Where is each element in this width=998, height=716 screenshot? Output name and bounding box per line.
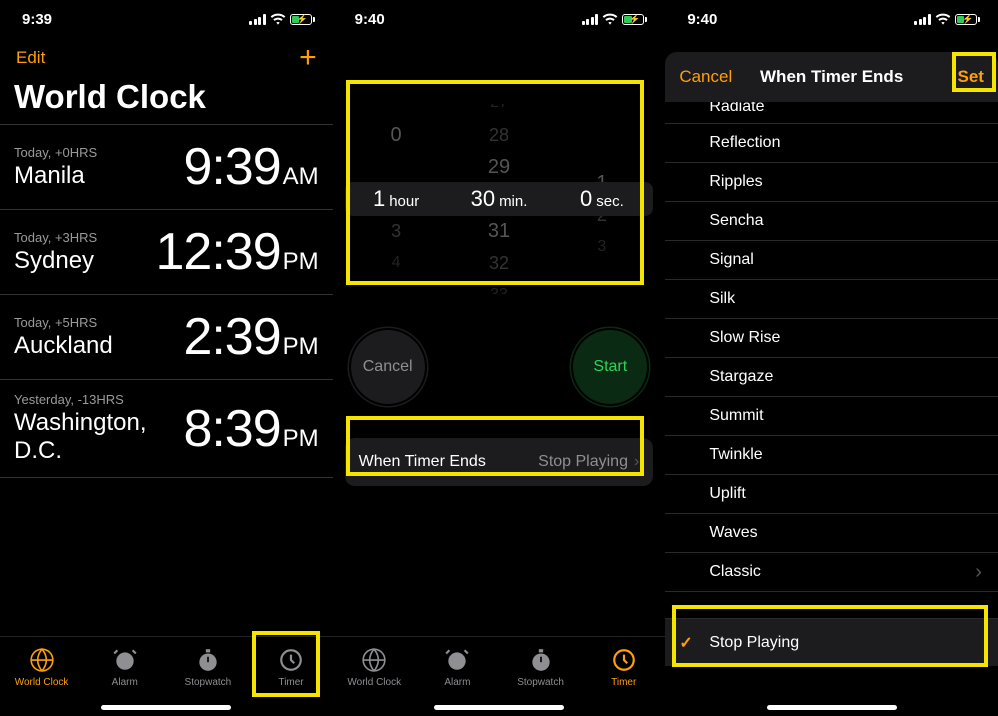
clock-row[interactable]: Today, +0HRSManila 9:39AM	[0, 124, 333, 209]
tab-world-clock[interactable]: World Clock	[0, 647, 83, 688]
status-bar: 9:40 ⚡	[333, 0, 666, 38]
status-bar: 9:39 ⚡	[0, 0, 333, 38]
tab-world-clock[interactable]: World Clock	[333, 647, 416, 688]
status-time: 9:40	[355, 11, 385, 28]
home-indicator[interactable]	[101, 705, 231, 710]
sound-item[interactable]: Uplift	[665, 475, 998, 514]
clock-row[interactable]: Today, +3HRSSydney 12:39PM	[0, 209, 333, 294]
sound-item[interactable]: Stargaze	[665, 358, 998, 397]
timer-icon	[611, 647, 637, 673]
alarm-icon	[444, 647, 470, 673]
tab-stopwatch[interactable]: Stopwatch	[166, 647, 249, 688]
sound-item[interactable]: Twinkle	[665, 436, 998, 475]
time-picker[interactable]: 0 · 2 3 4 27 28 29 · 31 32 33 · 1	[345, 98, 654, 300]
timer-buttons: Cancel Start	[333, 300, 666, 404]
sound-item[interactable]: Radiate	[665, 102, 998, 124]
clock-row[interactable]: Today, +5HRSAuckland 2:39PM	[0, 294, 333, 379]
start-button[interactable]: Start	[573, 330, 647, 404]
add-button[interactable]: +	[299, 43, 317, 73]
status-right: ⚡	[914, 11, 980, 27]
sound-item[interactable]: Signal	[665, 241, 998, 280]
battery-icon: ⚡	[290, 14, 315, 25]
status-time: 9:40	[687, 11, 717, 28]
page-title: World Clock	[0, 78, 333, 124]
tab-alarm[interactable]: Alarm	[83, 647, 166, 688]
sound-item[interactable]: Sencha	[665, 202, 998, 241]
sound-item[interactable]: Slow Rise	[665, 319, 998, 358]
wifi-icon	[602, 11, 618, 27]
screen-world-clock: 9:39 ⚡ Edit + World Clock Today, +0HRSMa…	[0, 0, 333, 716]
chevron-right-icon: ›	[975, 561, 982, 584]
status-bar: 9:40 ⚡	[665, 0, 998, 38]
sheet-title: When Timer Ends	[760, 67, 903, 87]
cellular-icon	[582, 14, 599, 25]
screen-timer: 9:40 ⚡ 0 · 2 3 4 27 28 29	[333, 0, 666, 716]
tab-alarm[interactable]: Alarm	[416, 647, 499, 688]
battery-icon: ⚡	[622, 14, 647, 25]
sheet-header: Cancel When Timer Ends Set	[665, 52, 998, 102]
when-timer-ends-row[interactable]: When Timer Ends Stop Playing›	[345, 438, 654, 486]
status-right: ⚡	[249, 11, 315, 27]
tab-timer[interactable]: Timer	[582, 647, 665, 688]
tab-bar: World Clock Alarm Stopwatch Timer	[0, 636, 333, 716]
cellular-icon	[914, 14, 931, 25]
battery-icon: ⚡	[955, 14, 980, 25]
status-right: ⚡	[582, 11, 648, 27]
cancel-button[interactable]: Cancel	[351, 330, 425, 404]
sound-item[interactable]: Waves	[665, 514, 998, 553]
clock-row[interactable]: Yesterday, -13HRSWashington, D.C. 8:39PM	[0, 379, 333, 478]
nav-bar: Edit +	[0, 38, 333, 78]
set-button[interactable]: Set	[958, 67, 984, 87]
sound-item[interactable]: Ripples	[665, 163, 998, 202]
tab-stopwatch[interactable]: Stopwatch	[499, 647, 582, 688]
wifi-icon	[935, 11, 951, 27]
cellular-icon	[249, 14, 266, 25]
stopwatch-icon	[195, 647, 221, 673]
checkmark-icon: ✓	[679, 633, 692, 653]
status-time: 9:39	[22, 11, 52, 28]
home-indicator[interactable]	[767, 705, 897, 710]
edit-button[interactable]: Edit	[16, 48, 45, 68]
tab-timer[interactable]: Timer	[249, 647, 332, 688]
sound-item-classic[interactable]: Classic›	[665, 553, 998, 592]
sound-list[interactable]: Radiate Reflection Ripples Sencha Signal…	[665, 102, 998, 716]
screen-when-timer-ends: 9:40 ⚡ Cancel When Timer Ends Set Radiat…	[665, 0, 998, 716]
tab-bar: World Clock Alarm Stopwatch Timer	[333, 636, 666, 716]
sound-item-stop-playing[interactable]: ✓ Stop Playing	[665, 618, 998, 666]
wifi-icon	[270, 11, 286, 27]
stopwatch-icon	[528, 647, 554, 673]
picker-selected-row: 1hour 30min. 0sec.	[345, 182, 654, 216]
sound-item[interactable]: Reflection	[665, 124, 998, 163]
chevron-right-icon: ›	[634, 453, 639, 471]
globe-icon	[29, 647, 55, 673]
timer-icon	[278, 647, 304, 673]
home-indicator[interactable]	[434, 705, 564, 710]
alarm-icon	[112, 647, 138, 673]
globe-icon	[361, 647, 387, 673]
sound-item[interactable]: Silk	[665, 280, 998, 319]
sound-item[interactable]: Summit	[665, 397, 998, 436]
cancel-button[interactable]: Cancel	[679, 67, 732, 87]
